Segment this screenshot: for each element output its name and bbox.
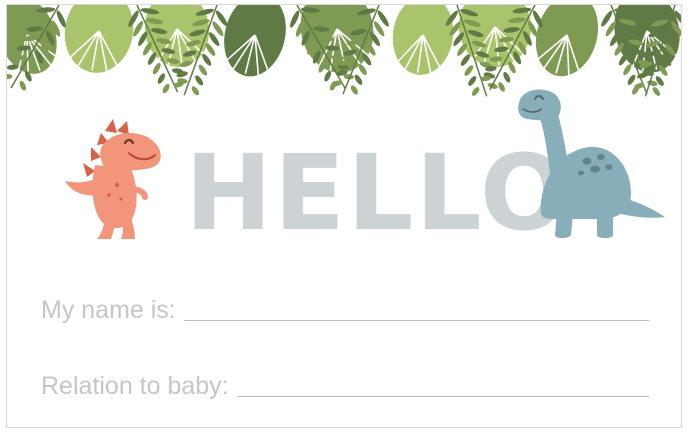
hello-heading: HELLO xyxy=(185,132,571,254)
blue-dinosaur-icon xyxy=(518,89,665,238)
relation-field: Relation to baby: xyxy=(41,363,649,403)
relation-write-line xyxy=(236,395,649,397)
name-write-line xyxy=(183,319,649,321)
name-field-label: My name is: xyxy=(41,296,176,324)
name-tag-card: HELLO My name is: Relation to baby: xyxy=(6,4,682,428)
name-field: My name is: xyxy=(41,287,649,327)
relation-field-label: Relation to baby: xyxy=(41,372,229,400)
orange-dinosaur-icon xyxy=(65,119,161,239)
